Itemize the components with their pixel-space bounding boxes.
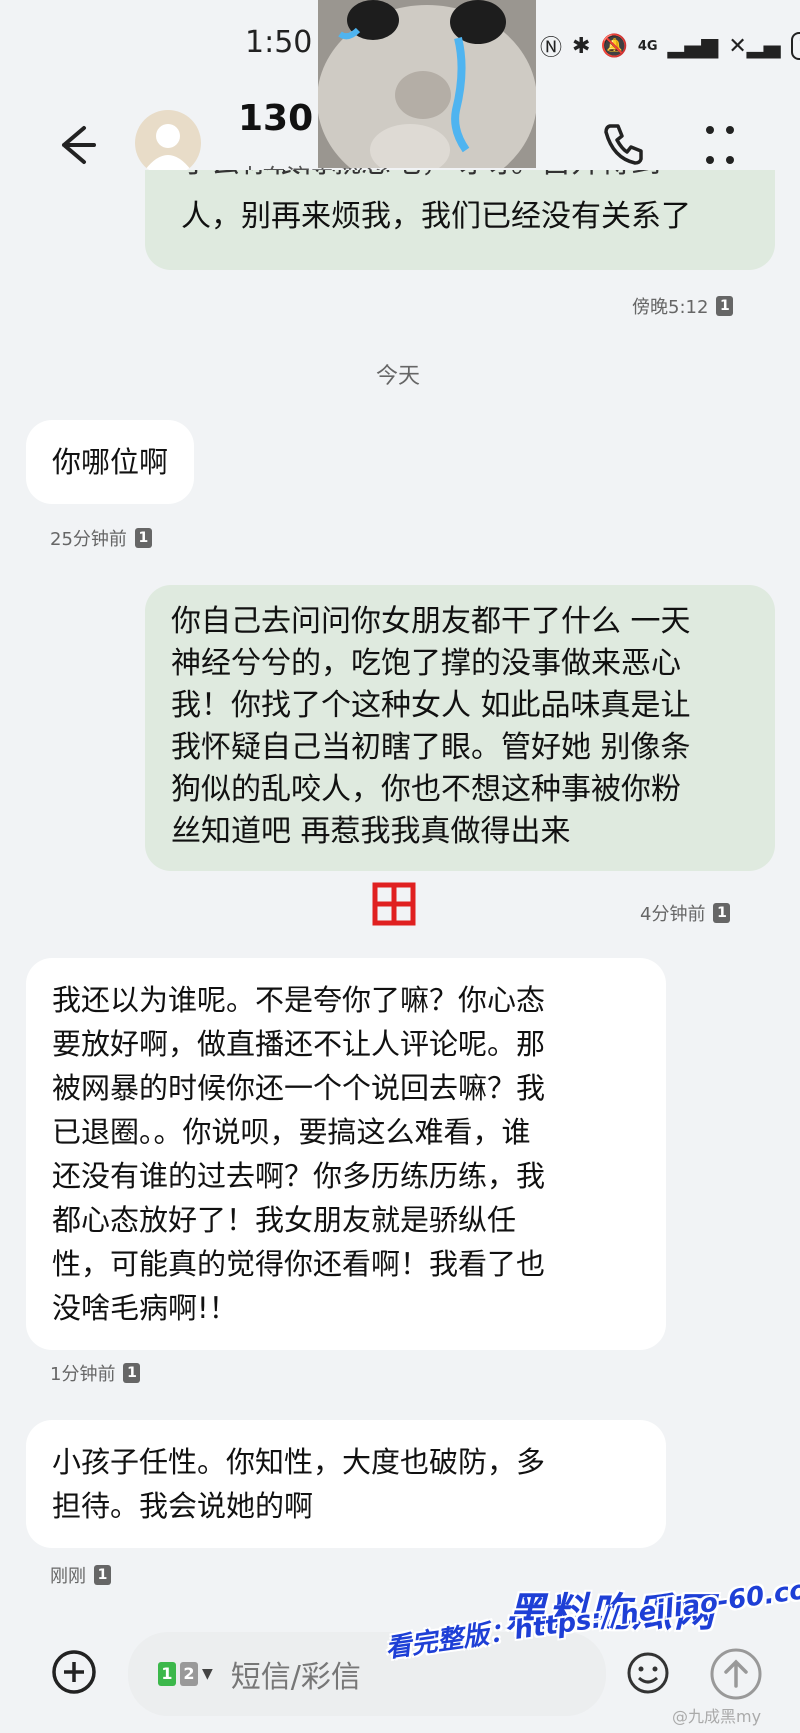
sim-card-icon: 1 (123, 1363, 141, 1383)
battery-icon: 75 (790, 32, 800, 60)
message-time: 1分钟前 (50, 1364, 116, 1385)
add-attachment-icon[interactable] (50, 1648, 98, 1696)
message-line: 还没有谁的过去啊？你多历练历练，我 (52, 1159, 546, 1193)
message-bubble-incoming[interactable]: 你哪位啊 (26, 420, 195, 504)
network-label: 4G (637, 38, 658, 54)
back-arrow-icon[interactable] (52, 120, 102, 170)
message-line: 性，可能真的觉得你还看啊！我看了也 (52, 1247, 546, 1281)
crying-cat-sticker-image (318, 0, 536, 168)
message-line: 要放好啊，做直播还不让人评论呢。那 (52, 1027, 546, 1061)
message-line: 我还以为谁呢。不是夸你了嘛？你心态 (52, 983, 546, 1017)
input-placeholder: 短信/彩信 (230, 1660, 361, 1695)
bluetooth-icon: ✱ (572, 33, 591, 59)
emoji-icon[interactable] (625, 1650, 671, 1696)
message-line: 小孩子任性。你知性，大度也破防，多 (52, 1445, 546, 1479)
sim-card-icon: 1 (713, 903, 731, 923)
message-line: 我！你找了个这种女人 如此品味真是让 (171, 688, 691, 723)
message-bubble-outgoing[interactable]: 你自己去问问你女朋友都干了什么 一天 神经兮兮的，吃饱了撑的没事做来恶心 我！你… (145, 585, 775, 871)
message-line: 没啥毛病啊!！ (52, 1291, 238, 1325)
wifi-off-icon: ✕▂▄ (728, 33, 781, 59)
sim-selector[interactable]: 1 2 ▼ (158, 1662, 213, 1686)
sim-1-icon: 1 (158, 1662, 176, 1686)
chevron-down-icon: ▼ (202, 1666, 213, 1682)
message-time: 傍晚5:12 (632, 297, 709, 318)
mute-icon: 🔕 (600, 33, 628, 59)
signal-icon: ▂▄▆ (667, 33, 719, 59)
status-icons: Ⓝ ✱ 🔕 4G ▂▄▆ ✕▂▄ 75 (540, 30, 800, 62)
contact-name: 130 (238, 98, 314, 139)
message-meta: 傍晚5:12 1 (632, 293, 734, 319)
weibo-watermark: @九成黑my (672, 1707, 762, 1726)
status-time: 1:50 (245, 25, 313, 60)
message-time: 刚刚 (50, 1566, 86, 1587)
sim-card-icon: 1 (134, 528, 152, 548)
avatar[interactable] (135, 110, 201, 176)
message-input[interactable]: 1 2 ▼ 短信/彩信 (128, 1632, 606, 1716)
message-line: 我怀疑自己当初瞎了眼。管好她 别像条 (171, 730, 691, 765)
message-line: 丝知道吧 再惹我我真做得出来 (171, 814, 571, 849)
message-meta: 4分钟前 1 (640, 900, 731, 926)
sim-card-icon: 1 (94, 1565, 111, 1585)
message-meta: 25分钟前 1 (50, 525, 152, 551)
date-divider: 今天 (376, 364, 421, 389)
more-options-icon[interactable] (700, 118, 740, 174)
message-text: 人，别再来烦我，我们已经没有关系了 (181, 199, 691, 234)
red-grid-icon (372, 882, 416, 926)
message-line: 担待。我会说她的啊 (52, 1489, 314, 1523)
message-line: 神经兮兮的，吃饱了撑的没事做来恶心 (171, 646, 681, 681)
message-meta: 1分钟前 1 (50, 1360, 141, 1386)
message-line: 已退圈。。你说呗，要搞这么难看，谁 (52, 1115, 531, 1149)
message-line: 都心态放好了！我女朋友就是骄纵任 (52, 1203, 517, 1237)
message-partial-text: 了去你很得就想吧，呀呀。自开得到 (181, 170, 661, 184)
message-bubble-incoming[interactable]: 我还以为谁呢。不是夸你了嘛？你心态 要放好啊，做直播还不让人评论呢。那 被网暴的… (26, 958, 666, 1350)
message-bubble-incoming[interactable]: 小孩子任性。你知性，大度也破防，多 担待。我会说她的啊 (26, 1420, 666, 1548)
phone-icon[interactable] (598, 118, 648, 168)
send-icon[interactable] (708, 1646, 764, 1702)
message-text: 你哪位啊 (52, 445, 169, 479)
message-meta: 刚刚 1 (50, 1562, 111, 1588)
sim-2-icon: 2 (180, 1662, 198, 1686)
message-line: 你自己去问问你女朋友都干了什么 一天 (171, 604, 691, 639)
message-bubble-outgoing[interactable]: 了去你很得就想吧，呀呀。自开得到 人，别再来烦我，我们已经没有关系了 (145, 170, 775, 270)
nfc-icon: Ⓝ (540, 36, 563, 61)
sim-card-icon: 1 (716, 296, 734, 316)
message-time: 4分钟前 (640, 904, 706, 925)
message-line: 狗似的乱咬人，你也不想这种事被你粉 (171, 772, 681, 807)
message-line: 被网暴的时候你还一个个说回去嘛？我 (52, 1071, 546, 1105)
message-time: 25分钟前 (50, 529, 127, 550)
